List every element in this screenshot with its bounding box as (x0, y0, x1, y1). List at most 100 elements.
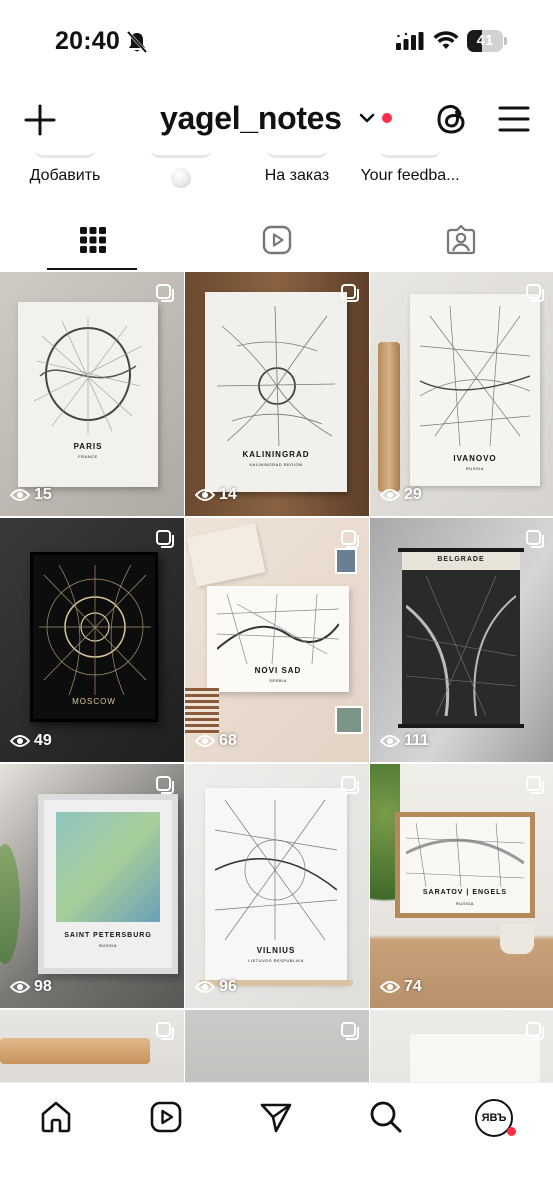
reels-icon (262, 225, 292, 255)
eye-icon (10, 735, 30, 747)
map-artwork (217, 306, 335, 446)
post-tile[interactable] (370, 1010, 553, 1082)
poster-country-label: KALININGRAD REGION (249, 462, 303, 467)
poster-country-label: RUSSIA (466, 466, 484, 471)
post-tile[interactable]: NOVI SAD SERBIA 68 (185, 518, 369, 762)
poster-city-label: PARIS (73, 442, 103, 451)
view-count-value: 29 (404, 486, 422, 503)
nav-search[interactable] (368, 1099, 408, 1139)
story-highlights: Добавить На заказ Your feedba... (0, 150, 553, 196)
view-count: 14 (195, 486, 237, 504)
poster-image: MOSCOW (30, 552, 158, 722)
highlight-na-zakaz[interactable]: На заказ (237, 150, 357, 196)
poster-country-label: RUSSIA (456, 901, 474, 906)
poster-country-label: LIETUVOS RESPUBLIKA (248, 958, 304, 963)
carousel-icon (526, 1022, 544, 1040)
poster-city-label: SAINT PETERSBURG (64, 932, 152, 939)
highlight-label: На заказ (264, 167, 330, 184)
stamp-image (335, 706, 363, 734)
envelope-image (186, 523, 266, 587)
notebook-image (185, 688, 219, 734)
threads-icon[interactable] (433, 100, 471, 138)
status-bar: 20:40 41 (0, 0, 553, 84)
poster-image: BELGRADE (402, 552, 520, 724)
post-tile[interactable]: VILNIUS LIETUVOS RESPUBLIKA 96 (185, 764, 369, 1008)
notification-dot (507, 1127, 516, 1136)
post-tile[interactable]: MOSCOW 49 (0, 518, 184, 762)
profile-username[interactable]: yagel_notes (160, 100, 342, 137)
carousel-icon (156, 1022, 174, 1040)
plant-image (0, 844, 20, 964)
tab-reels[interactable] (184, 214, 368, 271)
profile-header: yagel_notes (0, 90, 553, 150)
view-count-value: 74 (404, 978, 422, 995)
map-artwork (217, 594, 339, 664)
home-icon (41, 1101, 71, 1133)
post-tile[interactable] (0, 1010, 184, 1082)
carousel-icon (526, 776, 544, 794)
plus-icon[interactable] (22, 102, 58, 138)
status-time: 20:40 (55, 27, 120, 55)
carousel-icon (526, 284, 544, 302)
view-count-value: 68 (219, 732, 237, 749)
tab-tagged[interactable] (368, 214, 552, 271)
nav-direct[interactable] (258, 1099, 298, 1139)
view-count: 15 (10, 486, 52, 504)
chevron-down-icon[interactable] (359, 112, 375, 124)
poster-city-label: MOSCOW (72, 697, 116, 706)
tube-image (0, 1038, 150, 1064)
notification-dot (382, 113, 392, 123)
view-count: 111 (380, 732, 429, 750)
highlight-add[interactable]: Добавить (5, 150, 125, 196)
view-count: 49 (10, 732, 52, 750)
view-count-value: 96 (219, 978, 237, 995)
poster-image: NOVI SAD SERBIA (207, 586, 349, 692)
eye-icon (380, 489, 400, 501)
tagged-icon (446, 224, 476, 255)
post-tile[interactable]: BELGRADE 111 (370, 518, 553, 762)
poster-city-label: SARATOV | ENGELS (422, 889, 508, 896)
search-icon (370, 1101, 402, 1133)
profile-tabs (0, 214, 553, 271)
nav-reels[interactable] (148, 1099, 188, 1139)
carousel-icon (156, 530, 174, 548)
highlight-placeholder-icon (171, 168, 191, 188)
post-tile[interactable]: IVANOVO RUSSIA 29 (370, 272, 553, 516)
view-count: 96 (195, 978, 237, 996)
map-artwork (406, 576, 516, 716)
poster-image: IVANOVO RUSSIA (410, 294, 540, 486)
poster-image (410, 1034, 540, 1082)
highlight-feedback[interactable]: Your feedba... (350, 150, 470, 196)
tab-grid[interactable] (0, 214, 184, 271)
post-tile[interactable]: PARIS FRANCE 15 (0, 272, 184, 516)
eye-icon (195, 981, 215, 993)
eye-icon (10, 981, 30, 993)
eye-icon (195, 489, 215, 501)
bell-slash-icon (126, 30, 148, 54)
map-artwork (420, 306, 530, 446)
view-count: 68 (195, 732, 237, 750)
vase-image (500, 924, 534, 954)
map-artwork (33, 318, 143, 434)
view-count-value: 15 (34, 486, 52, 503)
poster-image: SAINT PETERSBURG RUSSIA (38, 794, 178, 974)
view-count-value: 49 (34, 732, 52, 749)
poster-image: SARATOV | ENGELS RUSSIA (395, 812, 535, 918)
map-artwork (39, 565, 151, 695)
bottom-nav: ЯВЪ (0, 1082, 553, 1200)
nav-home[interactable] (38, 1099, 78, 1139)
highlight-item[interactable] (121, 150, 241, 196)
post-tile[interactable]: SARATOV | ENGELS RUSSIA 74 (370, 764, 553, 1008)
post-tile[interactable]: KALININGRAD KALININGRAD REGION 14 (185, 272, 369, 516)
tube-image (378, 342, 400, 492)
grid-icon (80, 227, 106, 253)
poster-city-label: VILNIUS (256, 946, 296, 955)
post-tile[interactable]: SAINT PETERSBURG RUSSIA 98 (0, 764, 184, 1008)
post-tile[interactable] (185, 1010, 369, 1082)
signal-icon (396, 32, 424, 50)
view-count-value: 98 (34, 978, 52, 995)
map-artwork (215, 800, 337, 940)
menu-icon[interactable] (497, 102, 531, 136)
carousel-icon (341, 284, 359, 302)
battery-icon: 41 (467, 30, 507, 52)
